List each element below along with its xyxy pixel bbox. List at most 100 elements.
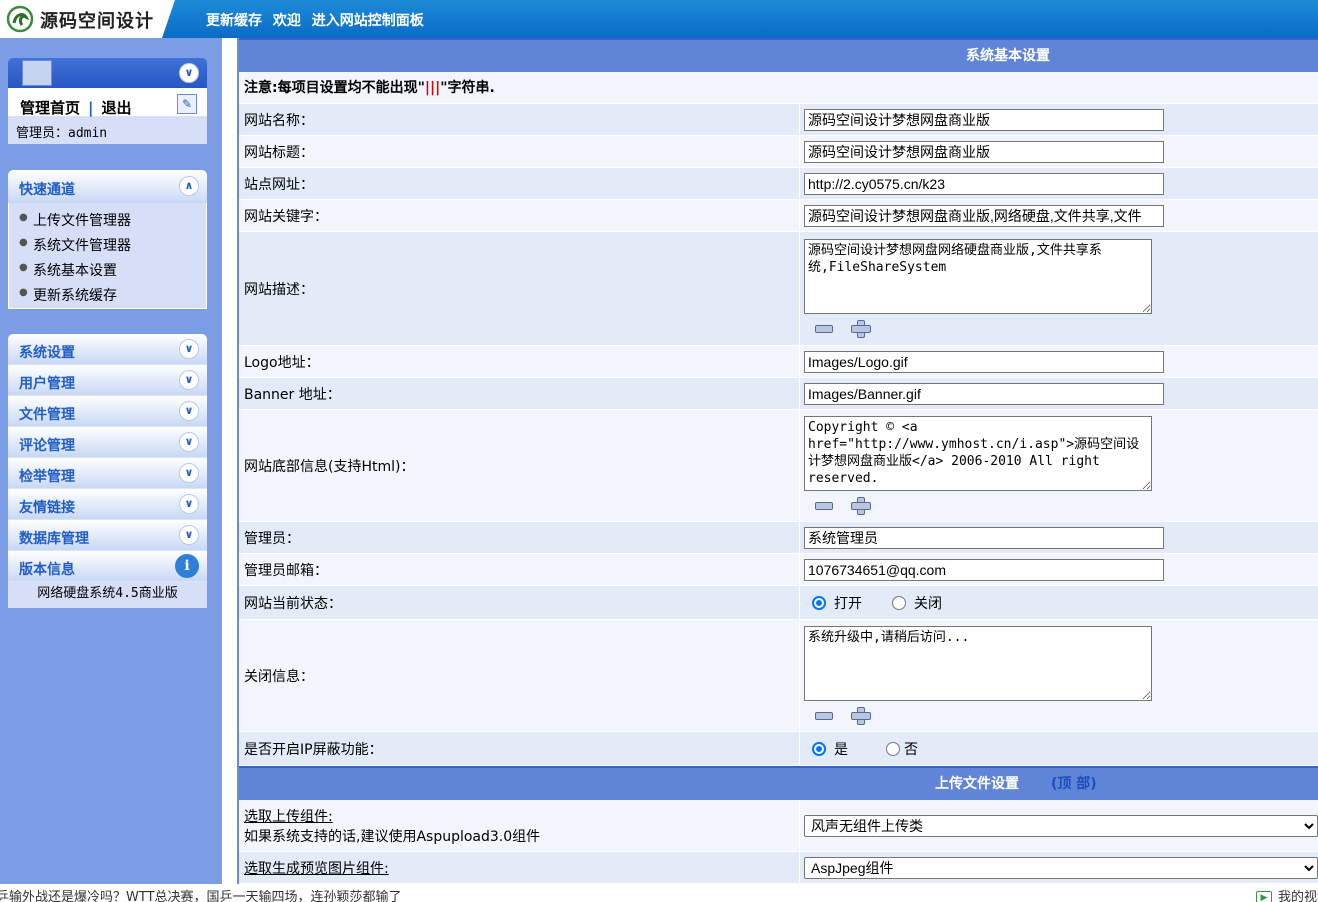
row-admin-name: 管理员： [239,522,1318,554]
admin-email-input[interactable] [804,558,1164,581]
upload-component-hint: 如果系统支持的话,建议使用Aspupload3.0组件 [244,828,541,845]
plus-icon[interactable] [850,319,871,338]
chevron-down-icon[interactable]: ∨ [179,339,199,359]
description-textarea[interactable]: 源码空间设计梦想网盘网络硬盘商业版,文件共享系统,FileShareSystem [804,238,1152,314]
chevron-down-icon[interactable]: ∨ [179,370,199,390]
chevron-up-icon[interactable]: ∧ [179,176,199,196]
chevron-down-icon[interactable]: ∨ [179,525,199,545]
admin-avatar-icon [22,60,52,86]
description-label: 网站描述： [239,232,800,345]
bottom-news-bar: 乒输外战还是爆冷吗？WTT总决赛，国乒一天输四场，连孙颖莎都输了 ▶我的视频 [0,884,1318,902]
admin-home-link[interactable]: 管理首页 [20,99,80,117]
admin-user-label: 管理员：admin [8,116,207,144]
minus-icon[interactable] [814,706,834,724]
quick-item-refresh-cache[interactable]: ● 更新系统缓存 [19,284,196,309]
row-site-title: 网站标题： [239,136,1318,168]
logo-label: Logo地址： [239,346,800,377]
logo: 源码空间设计 [0,0,175,38]
nav-refresh-cache[interactable]: 更新缓存 [206,13,262,29]
row-preview-component: 选取生成预览图片组件: AspJpeg组件 [239,852,1318,884]
notice: 注意:每项目设置均不能出现"|||"字符串. [239,72,1318,104]
quick-panel: 快速通道 ∧ ● 上传文件管理器 ● 系统文件管理器 ● 系统基本设置 ● 更新系统缓存 [8,170,207,309]
ip-block-no-radio[interactable] [886,741,900,756]
top-bar: 源码空间设计 更新缓存 欢迎 进入网站控制面板 [0,0,1318,38]
footer-textarea[interactable]: Copyright © <a href="http://www.ymhost.c… [804,415,1152,491]
admin-panel-header: ∨ [8,58,207,88]
chevron-down-icon[interactable]: ∨ [179,401,199,421]
version-text: 网络硬盘系统4.5商业版 [8,582,207,608]
quick-item-basic-settings[interactable]: ● 系统基本设置 [19,259,196,284]
status-closed-radio[interactable] [892,595,906,610]
banner-label: Banner 地址： [239,378,800,409]
ip-block-yes-radio[interactable] [812,741,826,756]
nav-welcome[interactable]: 欢迎 [273,13,301,29]
status-open-radio[interactable] [812,595,826,610]
row-site-status: 网站当前状态： 打开 关闭 [239,586,1318,620]
chevron-down-icon[interactable]: ∨ [179,463,199,483]
menu-report-management[interactable]: 检举管理 ∨ [8,458,207,489]
plus-icon[interactable] [850,706,871,725]
chevron-down-icon[interactable]: ∨ [179,63,199,83]
chevron-down-icon[interactable]: ∨ [179,432,199,452]
menu-panel: 系统设置 ∨ 用户管理 ∨ 文件管理 ∨ 评论管理 ∨ 检举管理 ∨ 友情链接 ∨ 数据库管… [8,334,207,608]
minus-icon[interactable] [814,319,834,337]
banner-input[interactable] [804,382,1164,405]
ip-block-no-label: 否 [904,741,918,758]
top-nav: 更新缓存 欢迎 进入网站控制面板 [206,10,430,30]
admin-panel: ∨ 管理首页 | 退出 ✎ 管理员：admin [8,58,207,144]
menu-system-settings[interactable]: 系统设置 ∨ [8,334,207,365]
row-banner: Banner 地址： [239,378,1318,410]
info-icon: i [175,554,199,578]
nav-control-panel[interactable]: 进入网站控制面板 [312,13,424,29]
preview-component-select[interactable]: AspJpeg组件 [804,856,1318,879]
admin-name-input[interactable] [804,526,1164,549]
chevron-down-icon[interactable]: ∨ [179,494,199,514]
status-closed-label: 关闭 [914,595,942,612]
quick-panel-header[interactable]: 快速通道 ∧ [8,170,207,203]
logout-link[interactable]: 退出 [102,99,132,117]
logo-icon [6,5,34,33]
row-description: 网站描述： 源码空间设计梦想网盘网络硬盘商业版,文件共享系统,FileShare… [239,232,1318,346]
menu-user-management[interactable]: 用户管理 ∨ [8,365,207,396]
play-icon: ▶ [1255,890,1272,902]
menu-friend-links[interactable]: 友情链接 ∨ [8,489,207,520]
preview-component-label-cell: 选取生成预览图片组件: [239,852,800,883]
quick-item-system-file-manager[interactable]: ● 系统文件管理器 [19,234,196,259]
row-site-name: 网站名称： [239,104,1318,136]
row-site-url: 站点网址： [239,168,1318,200]
edit-icon[interactable]: ✎ [177,94,197,114]
minus-icon[interactable] [814,496,834,514]
close-message-label: 关闭信息： [239,620,800,731]
logo-input[interactable] [804,350,1164,373]
keywords-label: 网站关键字： [239,200,800,231]
upload-component-select[interactable]: 风声无组件上传类 [804,814,1318,837]
menu-comment-management[interactable]: 评论管理 ∨ [8,427,207,458]
quick-item-upload-manager[interactable]: ● 上传文件管理器 [19,209,196,234]
site-title-input[interactable] [804,140,1164,163]
site-name-input[interactable] [804,108,1164,131]
quick-panel-title: 快速通道 [19,182,75,198]
back-to-top-link[interactable]: (顶 部) [1051,776,1097,792]
ip-block-radio-group: 是 否 [804,739,1318,759]
plus-icon[interactable] [850,496,871,515]
row-footer: 网站底部信息(支持Html)： Copyright © <a href="htt… [239,410,1318,522]
menu-database-management[interactable]: 数据库管理 ∨ [8,520,207,551]
my-videos-link[interactable]: ▶我的视频 [1255,886,1318,902]
keywords-input[interactable] [804,204,1164,227]
preview-component-label: 选取生成预览图片组件: [244,860,389,877]
bullet-icon: ● [19,287,28,298]
close-message-textarea[interactable]: 系统升级中,请稍后访问... [804,625,1152,701]
admin-links: 管理首页 | 退出 ✎ [8,88,207,117]
site-url-label: 站点网址： [239,168,800,199]
site-status-label: 网站当前状态： [239,586,800,619]
site-url-input[interactable] [804,172,1164,195]
row-admin-email: 管理员邮箱： [239,554,1318,586]
quick-panel-body: ● 上传文件管理器 ● 系统文件管理器 ● 系统基本设置 ● 更新系统缓存 [8,203,207,309]
site-name-label: 网站名称： [239,104,800,135]
menu-version-info[interactable]: 版本信息 i [8,551,207,582]
menu-file-management[interactable]: 文件管理 ∨ [8,396,207,427]
separator: | [88,99,94,117]
site-status-radio-group: 打开 关闭 [804,593,1318,613]
footer-resize-buttons [804,494,1318,516]
news-headline[interactable]: 乒输外战还是爆冷吗？WTT总决赛，国乒一天输四场，连孙颖莎都输了 [0,886,402,902]
